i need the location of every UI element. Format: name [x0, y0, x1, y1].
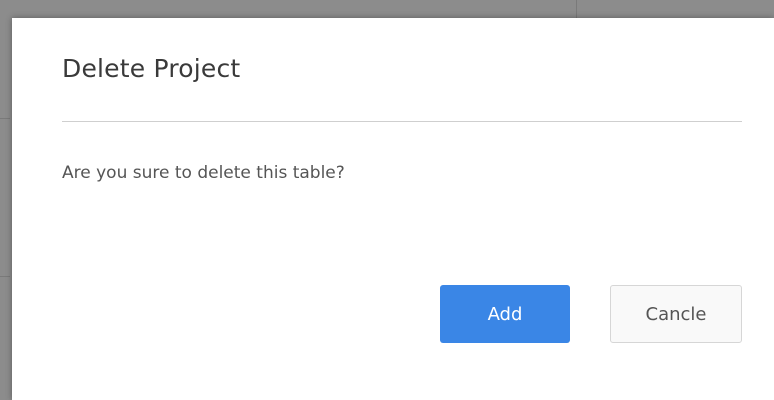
dialog-divider [62, 121, 742, 122]
background-divider [576, 0, 577, 20]
background-divider [0, 118, 10, 119]
add-button[interactable]: Add [440, 285, 570, 343]
dialog-title: Delete Project [62, 54, 241, 83]
delete-project-dialog: Delete Project Are you sure to delete th… [12, 18, 774, 400]
dialog-message: Are you sure to delete this table? [62, 163, 345, 183]
cancel-button[interactable]: Cancle [610, 285, 742, 343]
background-divider [0, 276, 10, 277]
